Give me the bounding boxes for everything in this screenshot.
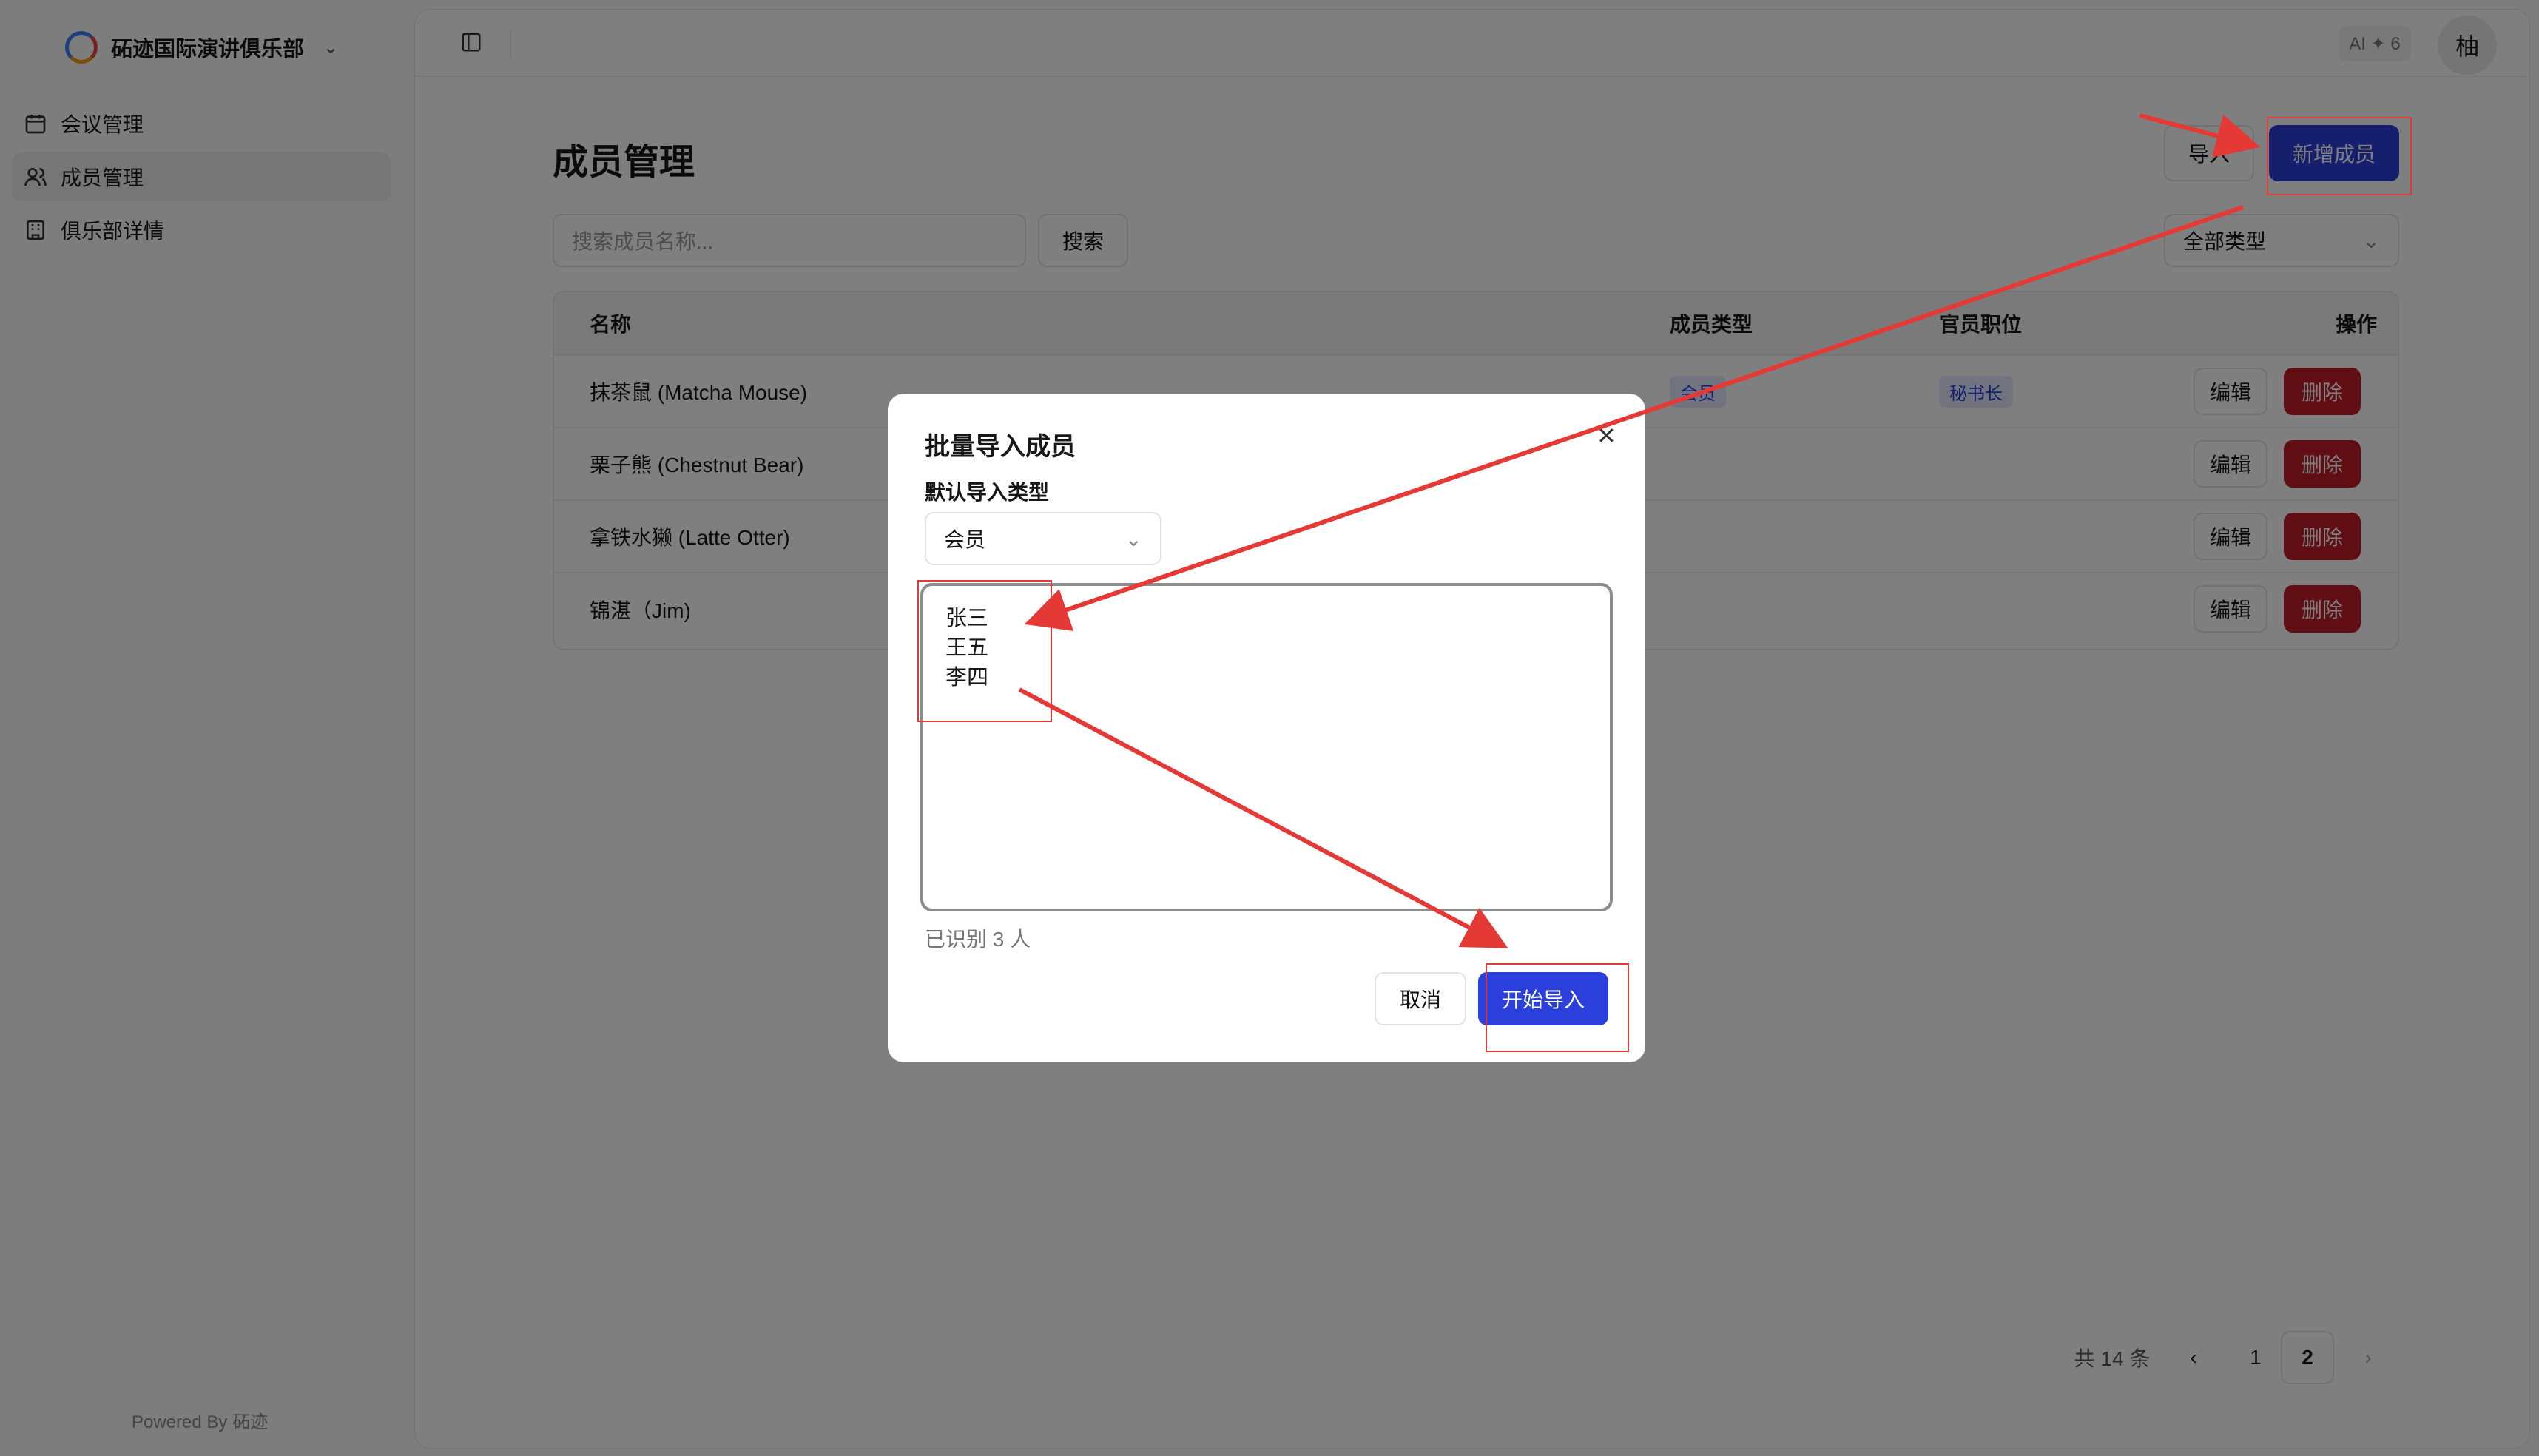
annotation-arrow-to-start-import bbox=[1018, 687, 1508, 948]
annotation-arrow-to-textarea bbox=[1024, 205, 2244, 631]
annotation-arrows bbox=[1018, 113, 2261, 948]
annotation-arrow-to-add-member bbox=[2139, 113, 2261, 158]
